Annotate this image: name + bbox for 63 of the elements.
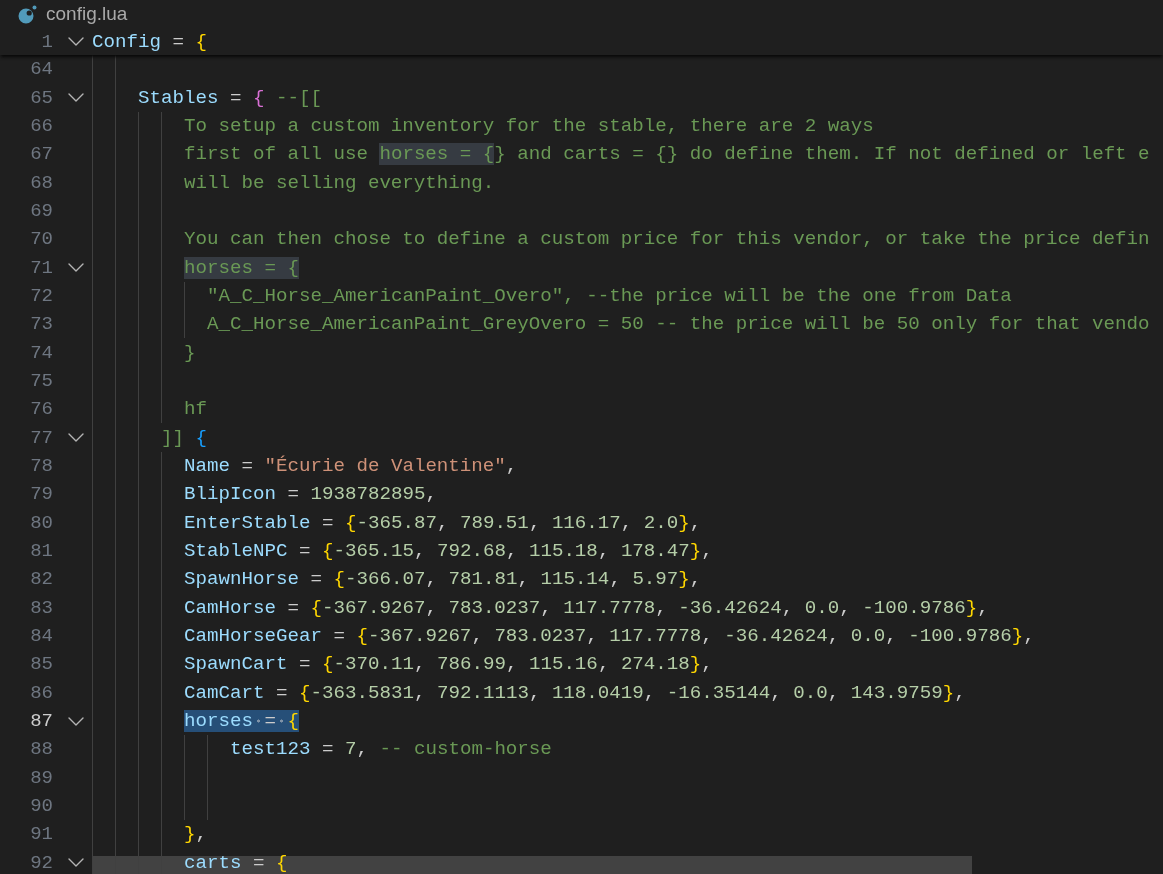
chevron-down-icon[interactable] [68,37,84,46]
line-number: 78 [29,455,54,477]
line-number: 1 [40,30,54,53]
line-number: 66 [29,114,54,137]
line-number: 80 [29,511,54,534]
horizontal-scrollbar-thumb[interactable] [92,856,972,874]
line-number: 85 [29,653,54,676]
code-line: Name = "Écurie de Valentine", [183,455,518,477]
code-line: "A_C_Horse_AmericanPaint_Overo", --the price will be the one from Data [206,284,1012,307]
code-line: BlipIcon = 1938782895, [183,483,437,506]
chevron-down-icon[interactable] [68,263,84,273]
line-number: 73 [29,313,54,336]
code-line: test123 = 7, -- custom-horse [229,738,552,761]
line-number: 70 [29,228,54,251]
line-number: 88 [29,738,54,761]
chevron-down-icon[interactable] [68,858,84,868]
line-number: 90 [29,795,54,818]
line-number: 86 [29,681,54,704]
file-icon [18,4,37,24]
line-number: 84 [29,625,54,648]
code-line: A_C_Horse_AmericanPaint_GreyOvero = 50 -- the price will be 50 only for that vendo [206,313,1150,336]
code-line: horses = { [183,710,299,733]
code-line: ]] { [160,426,207,449]
code-line: EnterStable = {-365.87, 789.51, 116.17, 2.0}, [183,511,702,534]
code-line: StableNPC = {-365.15, 792.68, 115.18, 178.47}, [183,540,713,562]
chevron-down-icon[interactable] [68,93,84,102]
line-number: 72 [29,284,54,307]
line-number: 64 [29,58,54,81]
line-number: 91 [29,823,54,846]
line-number: 75 [29,369,54,392]
code-line: first of all use horses = {} and carts = {} do define them. If not defined or left e [183,143,1150,166]
line-number: 81 [29,540,54,562]
code-line: hf [183,398,207,421]
code-line: Config = { [92,30,207,53]
line-number: 83 [29,596,54,619]
breadcrumb-item[interactable]: config.lua [46,3,128,25]
code-line: To setup a custom inventory for the stable, there are 2 ways [183,114,874,137]
line-number: 65 [29,86,54,109]
code-line: Stables = { --[[ [137,86,322,109]
code-line: CamCart = {-363.5831, 792.1113, 118.0419, -16.35144, 0.0, 143.9759}, [183,681,966,704]
chevron-down-icon[interactable] [68,433,84,443]
line-number: 89 [29,766,54,789]
code-line: CamHorseGear = {-367.9267, 783.0237, 117.7778, -36.42624, 0.0, -100.9786}, [183,625,1035,648]
line-number: 79 [29,483,54,506]
line-number: 92 [29,851,54,874]
code-line: CamHorse = {-367.9267, 783.0237, 117.7778, -36.42624, 0.0, -100.9786}, [183,596,989,619]
line-number: 74 [29,341,54,364]
code-line: will be selling everything. [183,171,495,194]
line-number: 77 [29,426,54,449]
code-line: }, [183,823,207,846]
line-number: 67 [29,143,54,166]
code-line: SpawnHorse = {-366.07, 781.81, 115.14, 5.97}, [183,568,702,591]
code-line: carts = { [183,851,288,874]
line-number: 87 [29,710,54,733]
line-number: 76 [29,398,54,421]
code-line: SpawnCart = {-370.11, 786.99, 115.16, 274.18}, [183,653,713,676]
line-number: 82 [29,568,54,591]
code-line: } [183,341,196,364]
code-line: You can then chose to define a custom price for this vendor, or take the price defin [183,228,1150,251]
chevron-down-icon[interactable] [68,716,84,726]
line-number: 71 [29,256,54,279]
line-number: 68 [29,171,54,194]
line-number: 69 [29,199,54,222]
